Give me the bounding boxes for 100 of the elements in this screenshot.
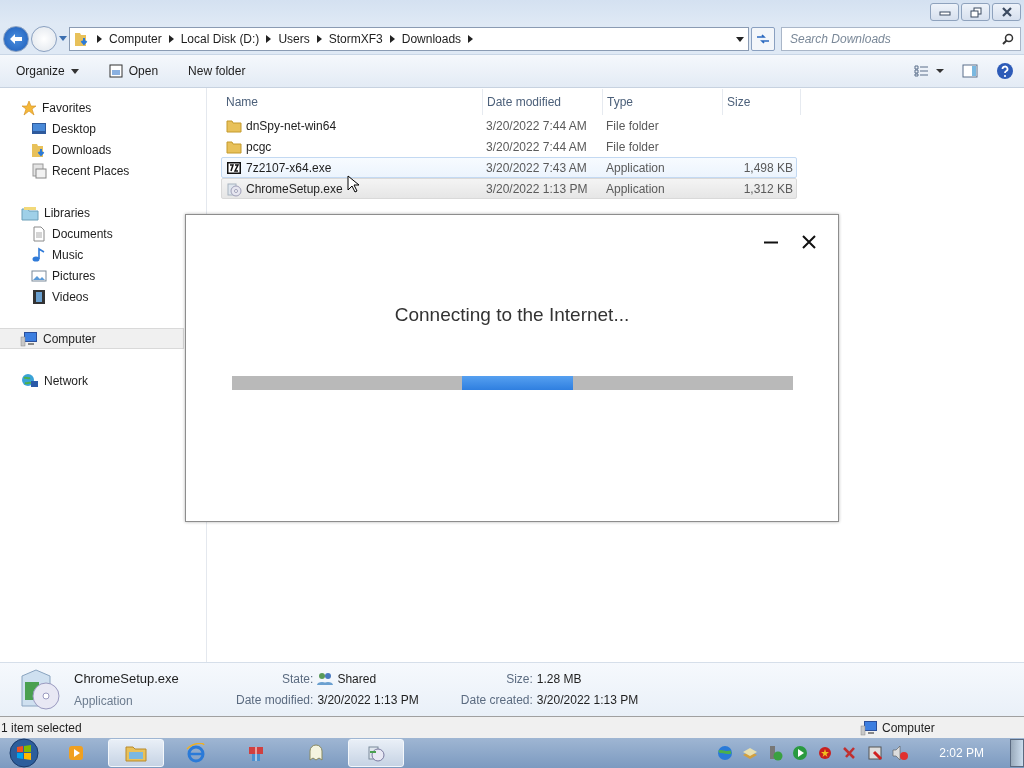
folder-download-icon bbox=[31, 141, 47, 158]
file-size: 1,312 KB bbox=[743, 181, 793, 196]
file-name: pcgc bbox=[246, 138, 272, 156]
network-error-icon[interactable] bbox=[867, 745, 884, 761]
breadcrumb-arrow-icon bbox=[97, 35, 102, 43]
history-dropdown-icon[interactable] bbox=[59, 36, 67, 42]
close-icon bbox=[802, 235, 816, 249]
sidebar-item[interactable]: Libraries bbox=[0, 202, 184, 223]
installer-icon bbox=[366, 743, 386, 763]
breadcrumb[interactable]: Computer bbox=[109, 30, 162, 48]
toolbar-button[interactable]: New folder bbox=[182, 60, 252, 82]
monitor-icon bbox=[31, 120, 47, 137]
mouse-cursor-icon bbox=[347, 175, 359, 193]
close-icon bbox=[1000, 7, 1013, 17]
network-icon bbox=[21, 372, 39, 389]
column-header[interactable]: Name bbox=[222, 89, 483, 115]
field-value: Shared bbox=[317, 670, 419, 688]
sidebar-item[interactable]: Downloads bbox=[0, 139, 184, 160]
status-message: Connecting to the Internet... bbox=[393, 303, 631, 327]
breadcrumb[interactable]: Local Disk (D:) bbox=[180, 30, 260, 48]
sidebar-item[interactable]: Music bbox=[0, 244, 184, 265]
breadcrumb-arrow-icon[interactable] bbox=[316, 35, 322, 43]
play-icon[interactable] bbox=[792, 745, 809, 761]
status-location: Computer bbox=[882, 719, 935, 737]
stack-icon[interactable] bbox=[742, 745, 759, 761]
picture-icon bbox=[31, 267, 47, 284]
file-size: 1,498 KB bbox=[743, 160, 793, 175]
column-header[interactable]: Date modified bbox=[483, 89, 603, 115]
breadcrumb[interactable]: StormXF3 bbox=[328, 30, 383, 48]
file-row[interactable]: 7z2107-x64.exe 3/20/2022 7:43 AM Application 1,498 KB bbox=[221, 157, 797, 178]
field-value: 3/20/2022 1:13 PM bbox=[536, 692, 639, 709]
toolbox-icon bbox=[247, 744, 265, 762]
taskbar-button[interactable] bbox=[348, 739, 404, 767]
breadcrumb-arrow-icon[interactable] bbox=[266, 35, 272, 43]
computer-icon bbox=[860, 719, 878, 736]
sidebar-item[interactable]: Pictures bbox=[0, 265, 184, 286]
music-note-icon bbox=[31, 246, 47, 263]
sidebar-item[interactable]: Documents bbox=[0, 223, 184, 244]
file-name: ChromeSetup.exe bbox=[246, 180, 343, 198]
help-icon[interactable] bbox=[996, 62, 1014, 80]
sidebar-item[interactable]: Recent Places bbox=[0, 160, 184, 181]
field-label: Date modified: bbox=[236, 692, 314, 709]
column-header[interactable]: Size bbox=[723, 89, 801, 115]
file-row[interactable]: ChromeSetup.exe 3/20/2022 1:13 PM Application 1,312 KB bbox=[221, 178, 797, 199]
sidebar-item[interactable]: Network bbox=[0, 370, 184, 391]
shared-users-icon bbox=[317, 672, 334, 686]
taskbar-button[interactable] bbox=[108, 739, 164, 767]
address-bar[interactable]: Computer Local Disk (D:) Users StormXF3 Downloads bbox=[69, 27, 749, 51]
toolbar-button[interactable]: Organize bbox=[10, 60, 85, 82]
back-button[interactable] bbox=[3, 26, 29, 52]
file-type: File folder bbox=[606, 118, 659, 133]
field-label: Size: bbox=[505, 671, 533, 688]
computer-icon bbox=[20, 330, 38, 347]
breadcrumb-arrow-icon[interactable] bbox=[168, 35, 174, 43]
dropdown-icon[interactable] bbox=[736, 36, 744, 42]
breadcrumb-arrow-icon[interactable] bbox=[468, 35, 474, 43]
sidebar-item[interactable]: Desktop bbox=[0, 118, 184, 139]
file-row[interactable]: pcgc 3/20/2022 7:44 AM File folder bbox=[221, 136, 797, 157]
refresh-arrows-icon bbox=[756, 33, 770, 45]
file-type: Application bbox=[74, 692, 134, 710]
field-label: Date created: bbox=[460, 692, 533, 709]
folder-download-icon bbox=[74, 31, 90, 47]
column-header[interactable]: Type bbox=[603, 89, 723, 115]
window-icon bbox=[108, 64, 123, 78]
dropdown-icon bbox=[70, 68, 79, 74]
preview-pane-icon[interactable] bbox=[962, 64, 978, 78]
show-desktop-button[interactable] bbox=[1010, 739, 1024, 767]
sidebar-item[interactable]: Videos bbox=[0, 286, 184, 307]
setup-icon bbox=[226, 180, 242, 197]
date-modified: 3/20/2022 7:44 AM bbox=[486, 118, 587, 133]
volume-muted-icon[interactable] bbox=[892, 745, 909, 761]
film-icon bbox=[31, 288, 47, 305]
media-player-icon bbox=[68, 745, 84, 761]
status-text: 1 item selected bbox=[0, 719, 83, 737]
breadcrumb[interactable]: Users bbox=[278, 30, 310, 48]
sidebar-item[interactable]: Computer bbox=[0, 328, 184, 349]
recent-places-icon bbox=[31, 162, 47, 179]
date-modified: 3/20/2022 1:13 PM bbox=[486, 181, 588, 196]
refresh-button[interactable] bbox=[751, 27, 775, 51]
breadcrumb[interactable]: Downloads bbox=[401, 30, 462, 48]
sevenzip-icon bbox=[226, 159, 242, 176]
breadcrumb-arrow-icon[interactable] bbox=[389, 35, 395, 43]
date-modified: 3/20/2022 7:44 AM bbox=[486, 139, 587, 154]
search-box[interactable]: Search Downloads bbox=[781, 27, 1021, 51]
close-button[interactable] bbox=[992, 3, 1021, 21]
network-globe-icon[interactable] bbox=[717, 745, 734, 761]
folder-icon bbox=[226, 117, 242, 134]
sidebar-item[interactable]: Favorites bbox=[0, 97, 184, 118]
restore-button[interactable] bbox=[961, 3, 990, 21]
file-row[interactable]: dnSpy-net-win64 3/20/2022 7:44 AM File folder bbox=[221, 115, 797, 136]
file-type: Application bbox=[606, 160, 665, 175]
view-options-icon[interactable] bbox=[914, 65, 944, 77]
folder-icon bbox=[226, 138, 242, 155]
field-value: 3/20/2022 1:13 PM bbox=[317, 692, 419, 709]
usb-check-icon[interactable] bbox=[767, 745, 784, 761]
toolbar-button[interactable]: Open bbox=[102, 60, 165, 82]
forward-button[interactable] bbox=[31, 26, 57, 52]
close-button[interactable] bbox=[802, 235, 816, 249]
search-field[interactable]: Search Downloads bbox=[788, 29, 1002, 49]
folder-icon bbox=[125, 744, 147, 762]
